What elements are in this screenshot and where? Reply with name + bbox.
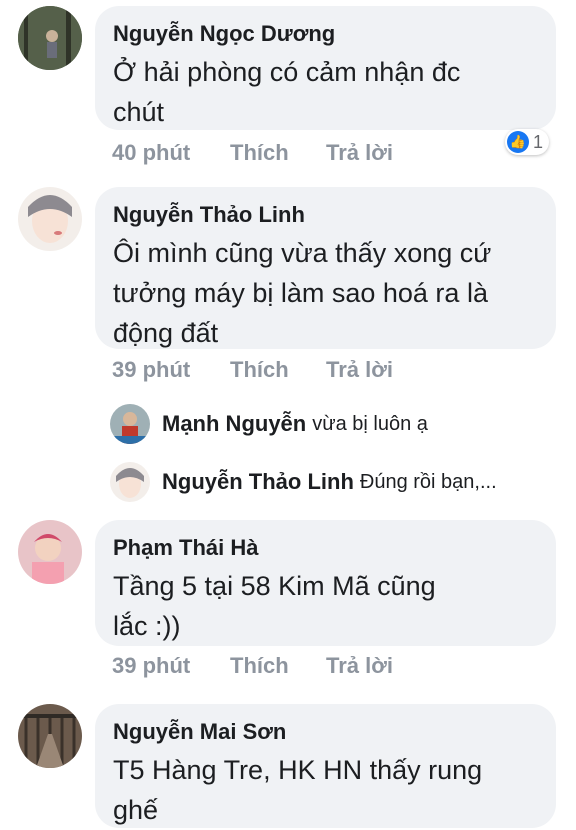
comment-actions: 39 phút Thích Trả lời <box>112 357 393 383</box>
comment-text: Ôi mình cũng vừa thấy xong cứ tưởng máy … <box>113 233 534 353</box>
comment-line: Ôi mình cũng vừa thấy xong cứ <box>113 238 492 268</box>
avatar[interactable] <box>18 6 82 70</box>
comment-author[interactable]: Phạm Thái Hà <box>113 534 534 562</box>
comment-text: T5 Hàng Tre, HK HN thấy rung ghế <box>113 750 534 830</box>
comment-bubble[interactable]: Nguyễn Mai Sơn T5 Hàng Tre, HK HN thấy r… <box>95 704 556 828</box>
comment-time[interactable]: 40 phút <box>112 140 230 166</box>
comment-line: Ở hải phòng có cảm nhận đc <box>113 57 461 87</box>
comment-line: chút <box>113 97 165 127</box>
avatar-photo-icon <box>18 6 82 70</box>
comment-author[interactable]: Nguyễn Mai Sơn <box>113 718 534 746</box>
reaction-count: 1 <box>533 131 544 152</box>
comment-text: Tầng 5 tại 58 Kim Mã cũng lắc :)) <box>113 566 534 646</box>
reply-button[interactable]: Trả lời <box>326 653 393 679</box>
comment-line: động đất <box>113 318 219 348</box>
comment-author[interactable]: Nguyễn Thảo Linh <box>113 201 534 229</box>
comment-line: tưởng máy bị làm sao hoá ra là <box>113 278 488 308</box>
avatar-photo-icon <box>110 462 150 502</box>
reply-button[interactable]: Trả lời <box>326 357 393 383</box>
like-button[interactable]: Thích <box>230 140 326 166</box>
comment-author[interactable]: Nguyễn Ngọc Dương <box>113 20 534 48</box>
reply-author[interactable]: Nguyễn Thảo Linh <box>162 469 354 495</box>
comment-text: Ở hải phòng có cảm nhận đc chút <box>113 52 534 132</box>
avatar-photo-icon <box>110 404 150 444</box>
reply-author[interactable]: Mạnh Nguyễn <box>162 411 306 437</box>
reply-text: vừa bị luôn ạ <box>312 412 428 435</box>
avatar[interactable] <box>18 187 82 251</box>
avatar[interactable] <box>110 404 150 444</box>
reply-item[interactable]: Nguyễn Thảo Linh Đúng rồi bạn,... <box>110 462 497 502</box>
comment-line: ghế <box>113 795 159 825</box>
avatar[interactable] <box>110 462 150 502</box>
comment-time[interactable]: 39 phút <box>112 653 230 679</box>
reply-button[interactable]: Trả lời <box>326 140 393 166</box>
comment-line: T5 Hàng Tre, HK HN thấy rung <box>113 755 483 785</box>
reply-text: Đúng rồi bạn,... <box>359 470 497 493</box>
comment-line: Tầng 5 tại 58 Kim Mã cũng <box>113 571 436 601</box>
avatar-photo-icon <box>18 520 82 584</box>
thumbs-up-icon: 👍 <box>507 131 529 153</box>
comment-line: lắc :)) <box>113 611 181 641</box>
reaction-badge[interactable]: 👍 1 <box>505 129 550 155</box>
like-button[interactable]: Thích <box>230 653 326 679</box>
reply-item[interactable]: Mạnh Nguyễn vừa bị luôn ạ <box>110 404 428 444</box>
comment-bubble[interactable]: Nguyễn Thảo Linh Ôi mình cũng vừa thấy x… <box>95 187 556 349</box>
avatar[interactable] <box>18 704 82 768</box>
comment-bubble[interactable]: Nguyễn Ngọc Dương Ở hải phòng có cảm nhậ… <box>95 6 556 130</box>
comment-bubble[interactable]: Phạm Thái Hà Tầng 5 tại 58 Kim Mã cũng l… <box>95 520 556 646</box>
avatar[interactable] <box>18 520 82 584</box>
comment-actions: 39 phút Thích Trả lời <box>112 653 393 679</box>
comment-time[interactable]: 39 phút <box>112 357 230 383</box>
like-button[interactable]: Thích <box>230 357 326 383</box>
comment-actions: 40 phút Thích Trả lời <box>112 140 393 166</box>
avatar-photo-icon <box>18 187 82 251</box>
avatar-photo-icon <box>18 704 82 768</box>
